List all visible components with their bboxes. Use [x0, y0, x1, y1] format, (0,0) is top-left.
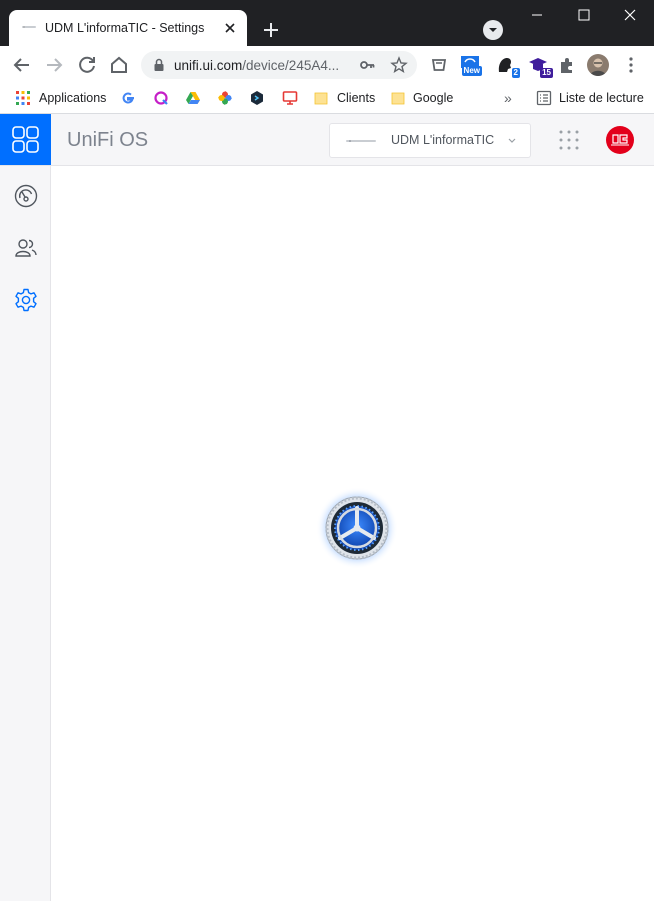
- minimize-icon[interactable]: [514, 0, 560, 30]
- bookmarks-bar: Applications Clients Google » Liste de l…: [0, 84, 654, 114]
- gear-icon[interactable]: [13, 287, 39, 313]
- chrome-menu-icon[interactable]: [620, 54, 642, 76]
- forward-icon[interactable]: [41, 52, 67, 78]
- extension-badge-new: New: [461, 66, 482, 76]
- back-icon[interactable]: [9, 52, 35, 78]
- lock-icon[interactable]: [150, 56, 168, 74]
- home-icon[interactable]: [106, 52, 132, 78]
- url-path: /device/245A4...: [242, 58, 340, 73]
- chevron-down-icon: [508, 138, 516, 143]
- users-icon[interactable]: [13, 235, 39, 261]
- google-icon: [122, 92, 134, 104]
- person-icon: [590, 58, 606, 76]
- bookmark-google[interactable]: [120, 89, 136, 107]
- url-host: unifi.ui.com: [174, 58, 243, 73]
- tab-search-icon[interactable]: [481, 18, 505, 42]
- browser-tab[interactable]: UDM L'informaTIC - Settings: [9, 10, 247, 46]
- main-content: [51, 166, 654, 901]
- pinwheel-icon: [218, 91, 232, 105]
- bookmark-clients[interactable]: Clients: [313, 89, 375, 107]
- puzzle-extensions-icon[interactable]: [556, 54, 578, 76]
- url-text: unifi.ui.com/device/245A4...: [174, 58, 339, 73]
- bookmark-label: Clients: [337, 91, 376, 105]
- red-screen-icon: [282, 91, 298, 105]
- user-avatar[interactable]: [606, 126, 634, 154]
- drive-icon: [186, 92, 200, 104]
- bookmark-pinwheel[interactable]: [217, 89, 233, 107]
- device-selector[interactable]: UDM L'informaTIC: [329, 123, 531, 158]
- new-tab-icon[interactable]: [258, 17, 284, 43]
- tab-title: UDM L'informaTIC - Settings: [45, 21, 205, 35]
- address-bar[interactable]: unifi.ui.com/device/245A4...: [141, 51, 417, 79]
- bookmark-google-folder[interactable]: Google: [390, 89, 453, 107]
- reading-list-icon: [536, 90, 552, 106]
- apps-launcher-button[interactable]: [0, 114, 51, 165]
- udm-device-icon: [22, 26, 36, 28]
- folder-icon: [391, 92, 405, 105]
- close-tab-icon[interactable]: [221, 19, 239, 37]
- maximize-icon[interactable]: [561, 0, 607, 30]
- close-window-icon[interactable]: [607, 0, 653, 30]
- unifi-app: UniFi OS UDM L'informaTIC: [0, 114, 654, 901]
- bookmark-hexagon[interactable]: [249, 89, 265, 107]
- q-icon: [154, 91, 168, 105]
- extension-badge-2: 2: [511, 68, 520, 78]
- black-extension-icon[interactable]: 2: [494, 54, 520, 78]
- folder-icon: [314, 92, 328, 105]
- app-grid-icon: [12, 126, 39, 153]
- browser-titlebar: UDM L'informaTIC - Settings: [0, 0, 654, 46]
- reload-icon[interactable]: [74, 52, 100, 78]
- app-sidebar: [0, 166, 51, 901]
- app-header: UniFi OS UDM L'informaTIC: [0, 114, 654, 166]
- gauge-icon[interactable]: [13, 183, 39, 209]
- device-name: UDM L'informaTIC: [391, 133, 495, 147]
- bookmark-red-screen[interactable]: [282, 89, 298, 107]
- key-icon[interactable]: [358, 56, 376, 74]
- reading-list-button[interactable]: Liste de lecture: [536, 89, 644, 107]
- bookmark-label: Google: [413, 91, 454, 105]
- user-logo-icon: [611, 134, 629, 146]
- apps-dots-icon[interactable]: [558, 129, 580, 151]
- browser-toolbar: unifi.ui.com/device/245A4... New 2 15: [0, 46, 654, 84]
- apps-grid-icon: [16, 91, 30, 105]
- udm-device-icon: [346, 140, 376, 142]
- shield-extension-icon[interactable]: [428, 54, 450, 76]
- bookmarks-overflow-button[interactable]: »: [504, 89, 512, 107]
- reading-list-label: Liste de lecture: [559, 91, 644, 105]
- purple-extension-icon[interactable]: 15: [527, 54, 553, 78]
- bookmark-q[interactable]: [153, 89, 169, 107]
- new-badge-extension-icon[interactable]: New: [459, 54, 482, 76]
- settings-gear-spinner-icon: [316, 487, 398, 569]
- hexagon-icon: [251, 91, 263, 105]
- bookmark-drive[interactable]: [185, 89, 201, 107]
- brand-title: UniFi OS: [67, 129, 149, 151]
- profile-avatar[interactable]: [587, 54, 609, 76]
- bookmark-applications[interactable]: Applications: [15, 89, 106, 107]
- star-icon[interactable]: [390, 56, 408, 74]
- extension-badge-15: 15: [540, 68, 553, 78]
- bookmark-label: Applications: [39, 91, 107, 105]
